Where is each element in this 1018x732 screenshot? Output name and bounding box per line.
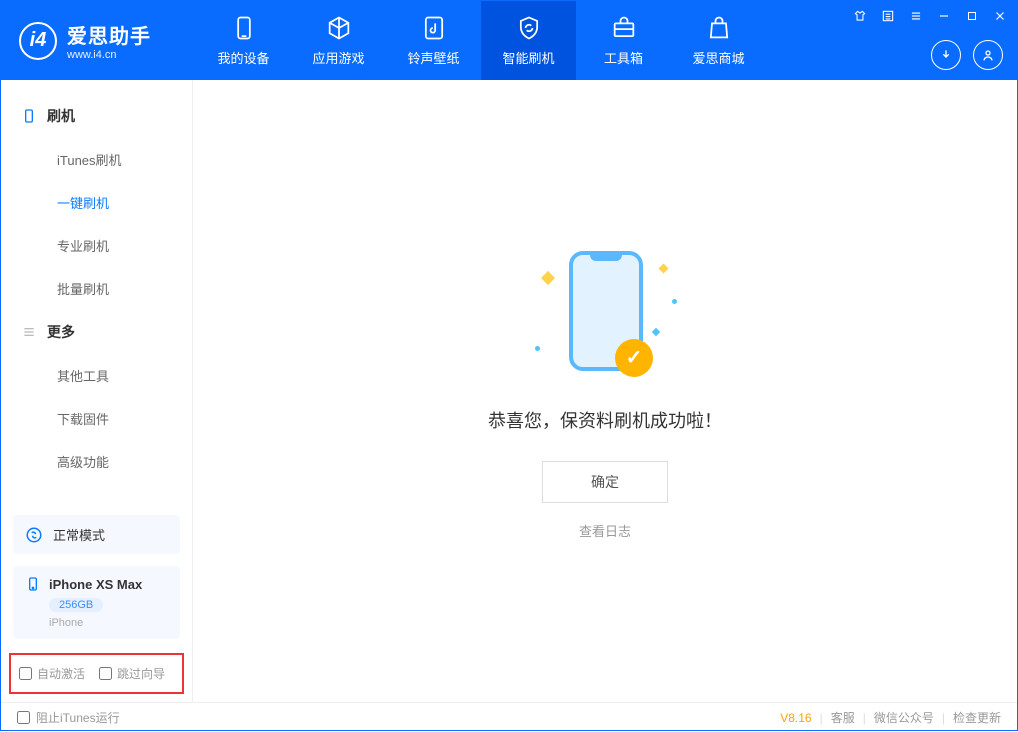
tab-store[interactable]: 爱思商城	[671, 1, 766, 80]
menu-box-icon[interactable]	[879, 7, 897, 25]
user-button[interactable]	[973, 40, 1003, 70]
phone-small-icon	[21, 108, 37, 124]
window-controls	[851, 7, 1009, 25]
device-mode-box[interactable]: 正常模式	[13, 515, 180, 554]
footer-link-support[interactable]: 客服	[831, 709, 855, 726]
sidebar-item-itunes-flash[interactable]: iTunes刷机	[1, 138, 192, 181]
app-logo-icon: i4	[19, 22, 57, 60]
ok-button[interactable]: 确定	[542, 461, 668, 503]
bag-icon	[705, 14, 733, 42]
illus-phone-notch	[590, 251, 622, 261]
sidebar-item-other-tools[interactable]: 其他工具	[1, 354, 192, 397]
tab-label: 爱思商城	[692, 48, 744, 67]
sidebar-item-download-firmware[interactable]: 下载固件	[1, 397, 192, 440]
illus-spark-icon	[541, 270, 555, 284]
list-small-icon	[21, 324, 37, 340]
tab-label: 应用游戏	[312, 48, 364, 67]
app-title: 爱思助手 www.i4.cn	[67, 20, 151, 61]
device-card[interactable]: iPhone XS Max 256GB iPhone	[13, 566, 180, 639]
tab-label: 我的设备	[217, 48, 269, 67]
block-itunes-input[interactable]	[17, 711, 30, 724]
auto-activate-checkbox[interactable]: 自动激活	[19, 665, 85, 682]
body-area: 刷机 iTunes刷机 一键刷机 专业刷机 批量刷机 更多 其他工具 下载固件 …	[1, 80, 1017, 702]
list-icon[interactable]	[907, 7, 925, 25]
app-name-en: www.i4.cn	[67, 49, 151, 61]
sidebar-item-one-click-flash[interactable]: 一键刷机	[1, 181, 192, 224]
flash-options-row: 自动激活 跳过向导	[9, 653, 184, 694]
shirt-icon[interactable]	[851, 7, 869, 25]
sidebar-section-flash: 刷机 iTunes刷机 一键刷机 专业刷机 批量刷机	[1, 94, 192, 310]
block-itunes-checkbox[interactable]: 阻止iTunes运行	[17, 709, 120, 726]
sidebar-header-more: 更多	[1, 310, 192, 354]
app-name-cn: 爱思助手	[67, 20, 151, 49]
tab-smart-flash[interactable]: 智能刷机	[481, 1, 576, 80]
separator: |	[942, 711, 945, 725]
illus-spark-icon	[652, 327, 660, 335]
main-content: ✓ 恭喜您，保资料刷机成功啦！ 确定 查看日志	[193, 80, 1017, 702]
tab-toolbox[interactable]: 工具箱	[576, 1, 671, 80]
device-capacity: 256GB	[49, 598, 103, 612]
device-name-row: iPhone XS Max	[25, 576, 168, 592]
toolbox-icon	[610, 14, 638, 42]
device-phone-icon	[25, 576, 41, 592]
success-message: 恭喜您，保资料刷机成功啦！	[488, 407, 722, 433]
footer: 阻止iTunes运行 V8.16 | 客服 | 微信公众号 | 检查更新	[1, 702, 1017, 732]
sidebar: 刷机 iTunes刷机 一键刷机 专业刷机 批量刷机 更多 其他工具 下载固件 …	[1, 80, 193, 702]
music-file-icon	[420, 14, 448, 42]
minimize-button[interactable]	[935, 7, 953, 25]
view-log-link[interactable]: 查看日志	[579, 521, 631, 540]
refresh-shield-icon	[515, 14, 543, 42]
block-itunes-label: 阻止iTunes运行	[36, 709, 120, 726]
illus-spark-icon	[659, 263, 669, 273]
footer-link-update[interactable]: 检查更新	[953, 709, 1001, 726]
tab-label: 铃声壁纸	[407, 48, 459, 67]
version-label: V8.16	[780, 711, 811, 725]
tab-apps-games[interactable]: 应用游戏	[291, 1, 386, 80]
device-name: iPhone XS Max	[49, 577, 142, 592]
section-title: 更多	[47, 322, 75, 342]
section-title: 刷机	[47, 106, 75, 126]
success-illustration: ✓	[505, 243, 705, 383]
sidebar-header-flash: 刷机	[1, 94, 192, 138]
mode-label: 正常模式	[53, 525, 105, 544]
sync-icon	[25, 526, 43, 544]
illus-dot-icon	[672, 299, 677, 304]
tab-label: 工具箱	[604, 48, 643, 67]
skip-guide-input[interactable]	[99, 667, 112, 680]
cube-icon	[325, 14, 353, 42]
nav-tabs: 我的设备 应用游戏 铃声壁纸 智能刷机 工具箱 爱思商城	[196, 1, 766, 80]
logo-area: i4 爱思助手 www.i4.cn	[1, 20, 196, 61]
download-button[interactable]	[931, 40, 961, 70]
auto-activate-label: 自动激活	[37, 665, 85, 682]
auto-activate-input[interactable]	[19, 667, 32, 680]
skip-guide-checkbox[interactable]: 跳过向导	[99, 665, 165, 682]
illus-dot-icon	[535, 346, 540, 351]
footer-right: V8.16 | 客服 | 微信公众号 | 检查更新	[780, 709, 1001, 726]
app-header: i4 爱思助手 www.i4.cn 我的设备 应用游戏 铃声壁纸 智能刷机 工具…	[1, 1, 1017, 80]
separator: |	[863, 711, 866, 725]
close-button[interactable]	[991, 7, 1009, 25]
device-type: iPhone	[49, 617, 168, 629]
header-right-buttons	[931, 40, 1003, 70]
maximize-button[interactable]	[963, 7, 981, 25]
tab-label: 智能刷机	[502, 48, 554, 67]
footer-link-wechat[interactable]: 微信公众号	[874, 709, 934, 726]
phone-icon	[230, 14, 258, 42]
tab-ringtones-wallpapers[interactable]: 铃声壁纸	[386, 1, 481, 80]
check-badge-icon: ✓	[615, 339, 653, 377]
sidebar-item-pro-flash[interactable]: 专业刷机	[1, 224, 192, 267]
separator: |	[820, 711, 823, 725]
sidebar-item-batch-flash[interactable]: 批量刷机	[1, 267, 192, 310]
tab-my-device[interactable]: 我的设备	[196, 1, 291, 80]
skip-guide-label: 跳过向导	[117, 665, 165, 682]
sidebar-section-more: 更多 其他工具 下载固件 高级功能	[1, 310, 192, 483]
sidebar-item-advanced[interactable]: 高级功能	[1, 440, 192, 483]
